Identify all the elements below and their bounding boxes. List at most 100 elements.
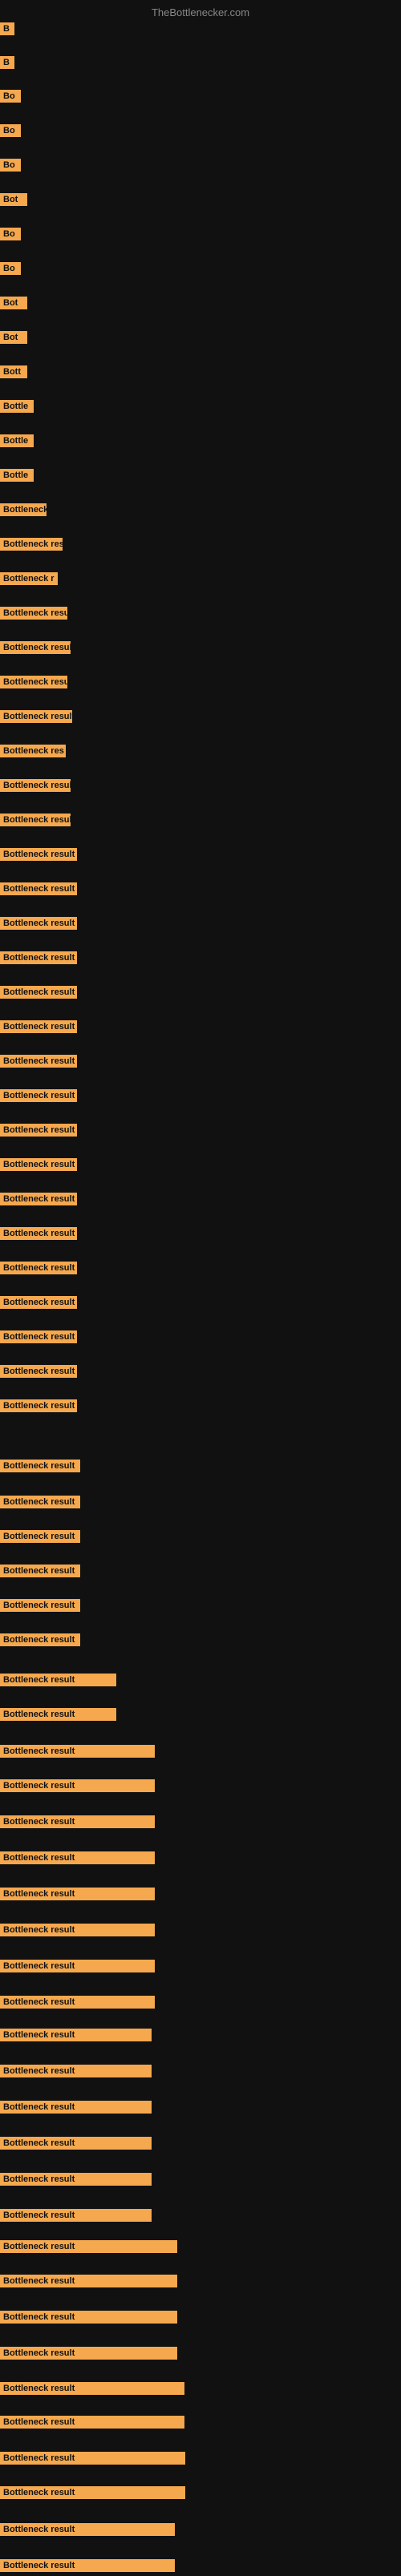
badge-container: Bottleneck result	[0, 1888, 155, 1904]
badge-container: Bottleneck result	[0, 1565, 80, 1581]
bottleneck-result-badge[interactable]: Bottleneck result	[0, 710, 72, 723]
bottleneck-result-badge[interactable]: Bottleneck result	[0, 1020, 77, 1033]
bottleneck-result-badge[interactable]: Bottleneck result	[0, 1779, 155, 1792]
bottleneck-result-badge[interactable]: Bottleneck result	[0, 779, 71, 792]
badge-container: Bottleneck	[0, 503, 47, 520]
bottleneck-result-badge[interactable]: Bottleneck result	[0, 882, 77, 895]
bottleneck-result-badge[interactable]: Bottleneck result	[0, 1365, 77, 1378]
bottleneck-result-badge[interactable]: Bottleneck result	[0, 2486, 185, 2499]
bottleneck-result-badge[interactable]: Bottleneck	[0, 503, 47, 516]
badge-container: Bottleneck result	[0, 710, 72, 727]
badge-container: Bottleneck result	[0, 1055, 77, 1072]
badge-container: Bottleneck result	[0, 2209, 152, 2226]
bottleneck-result-badge[interactable]: Bottle	[0, 400, 34, 413]
bottleneck-result-badge[interactable]: Bottleneck resu	[0, 676, 67, 688]
bottleneck-result-badge[interactable]: Bottleneck result	[0, 1460, 80, 1472]
bottleneck-result-badge[interactable]: Bottleneck result	[0, 1227, 77, 1240]
bottleneck-result-badge[interactable]: Bottleneck result	[0, 1960, 155, 1972]
bottleneck-result-badge[interactable]: Bottleneck result	[0, 1262, 77, 1274]
bottleneck-result-badge[interactable]: Bottleneck result	[0, 1399, 77, 1412]
bottleneck-result-badge[interactable]: Bottleneck result	[0, 1851, 155, 1864]
bottleneck-result-badge[interactable]: Bottleneck result	[0, 986, 77, 999]
bottleneck-result-badge[interactable]: Bottleneck result	[0, 1674, 116, 1686]
badge-container: Bottleneck result	[0, 1530, 80, 1547]
badge-container: Bottleneck result	[0, 641, 71, 658]
bottleneck-result-badge[interactable]: Bottleneck result	[0, 2523, 175, 2536]
bottleneck-result-badge[interactable]: Bot	[0, 193, 27, 206]
bottleneck-result-badge[interactable]: Bottleneck result	[0, 2137, 152, 2150]
bottleneck-result-badge[interactable]: Bottleneck result	[0, 1193, 77, 1205]
badge-container: Bottleneck result	[0, 1496, 80, 1512]
bottleneck-result-badge[interactable]: Bottleneck result	[0, 1055, 77, 1068]
bottleneck-result-badge[interactable]: Bottleneck result	[0, 2209, 152, 2222]
bottleneck-result-badge[interactable]: Bott	[0, 365, 27, 378]
badge-container: Bottleneck result	[0, 1158, 77, 1175]
bottleneck-result-badge[interactable]: Bottleneck result	[0, 1599, 80, 1612]
bottleneck-result-badge[interactable]: Bottleneck resu	[0, 538, 63, 551]
bottleneck-result-badge[interactable]: Bottleneck result	[0, 2029, 152, 2041]
bottleneck-result-badge[interactable]: Bottleneck result	[0, 2275, 177, 2287]
bottleneck-result-badge[interactable]: Bottleneck result	[0, 1158, 77, 1171]
badge-container: Bottleneck result	[0, 1633, 80, 1650]
bottleneck-result-badge[interactable]: Bo	[0, 228, 21, 240]
badge-container: Bottleneck result	[0, 1365, 77, 1382]
bottleneck-result-badge[interactable]: Bottleneck result	[0, 2347, 177, 2360]
bottleneck-result-badge[interactable]: Bottleneck result	[0, 1996, 155, 2009]
badge-container: Bottleneck result	[0, 1330, 77, 1347]
badge-container: Bottleneck result	[0, 1599, 80, 1616]
bottleneck-result-badge[interactable]: Bot	[0, 331, 27, 344]
bottleneck-result-badge[interactable]: Bottleneck result	[0, 2240, 177, 2253]
bottleneck-result-badge[interactable]: Bottleneck result	[0, 1633, 80, 1646]
badge-container: Bottleneck result	[0, 607, 67, 624]
badge-container: Bottleneck result	[0, 2311, 177, 2328]
bottleneck-result-badge[interactable]: Bottleneck result	[0, 1124, 77, 1137]
bottleneck-result-badge[interactable]: Bottle	[0, 434, 34, 447]
bottleneck-result-badge[interactable]: Bottleneck result	[0, 2382, 184, 2395]
bottleneck-result-badge[interactable]: Bottleneck result	[0, 1924, 155, 1936]
bottleneck-result-badge[interactable]: Bottleneck result	[0, 814, 71, 826]
bottleneck-result-badge[interactable]: Bo	[0, 124, 21, 137]
bottleneck-result-badge[interactable]: Bot	[0, 297, 27, 309]
bottleneck-result-badge[interactable]: Bottleneck result	[0, 1888, 155, 1900]
badge-container: Bottleneck result	[0, 2173, 152, 2190]
bottleneck-result-badge[interactable]: Bottleneck result	[0, 1745, 155, 1758]
badge-container: Bottleneck result	[0, 848, 77, 865]
bottleneck-result-badge[interactable]: Bottleneck result	[0, 2311, 177, 2324]
bottleneck-result-badge[interactable]: Bottleneck result	[0, 1530, 80, 1543]
bottleneck-result-badge[interactable]: Bottleneck result	[0, 607, 67, 620]
bottleneck-result-badge[interactable]: Bo	[0, 90, 21, 103]
bottleneck-result-badge[interactable]: Bottleneck res	[0, 745, 66, 757]
bottleneck-result-badge[interactable]: Bottleneck result	[0, 1496, 80, 1508]
badge-container: Bottleneck result	[0, 1296, 77, 1313]
bottleneck-result-badge[interactable]: Bo	[0, 159, 21, 172]
bottleneck-result-badge[interactable]: Bottleneck result	[0, 1565, 80, 1577]
bottleneck-result-badge[interactable]: Bottleneck result	[0, 1708, 116, 1721]
bottleneck-result-badge[interactable]: Bottleneck result	[0, 2173, 152, 2186]
bottleneck-result-badge[interactable]: Bottleneck result	[0, 2452, 185, 2465]
bottleneck-result-badge[interactable]: Bottleneck result	[0, 1089, 77, 1102]
bottleneck-result-badge[interactable]: B	[0, 22, 14, 35]
bottleneck-result-badge[interactable]: Bottleneck result	[0, 2559, 175, 2572]
badge-container: Bottleneck result	[0, 2452, 185, 2469]
bottleneck-result-badge[interactable]: Bo	[0, 262, 21, 275]
bottleneck-result-badge[interactable]: Bottleneck r	[0, 572, 58, 585]
badge-container: Bottleneck result	[0, 2382, 184, 2399]
bottleneck-result-badge[interactable]: Bottleneck result	[0, 2101, 152, 2114]
badge-container: Bott	[0, 365, 27, 382]
bottleneck-result-badge[interactable]: Bottleneck result	[0, 848, 77, 861]
bottleneck-result-badge[interactable]: Bottleneck result	[0, 1330, 77, 1343]
bottleneck-result-badge[interactable]: Bottleneck result	[0, 641, 71, 654]
bottleneck-result-badge[interactable]: Bottleneck result	[0, 1815, 155, 1828]
bottleneck-result-badge[interactable]: Bottle	[0, 469, 34, 482]
bottleneck-result-badge[interactable]: Bottleneck result	[0, 917, 77, 930]
badge-container: Bo	[0, 228, 21, 244]
bottleneck-result-badge[interactable]: B	[0, 56, 14, 69]
bottleneck-result-badge[interactable]: Bottleneck result	[0, 2065, 152, 2077]
badge-container: Bo	[0, 262, 21, 279]
badge-container: Bottleneck result	[0, 1960, 155, 1976]
badge-container: Bottleneck result	[0, 2275, 177, 2291]
bottleneck-result-badge[interactable]: Bottleneck result	[0, 1296, 77, 1309]
badge-container: Bottle	[0, 400, 34, 417]
bottleneck-result-badge[interactable]: Bottleneck result	[0, 2416, 184, 2429]
bottleneck-result-badge[interactable]: Bottleneck result	[0, 951, 77, 964]
